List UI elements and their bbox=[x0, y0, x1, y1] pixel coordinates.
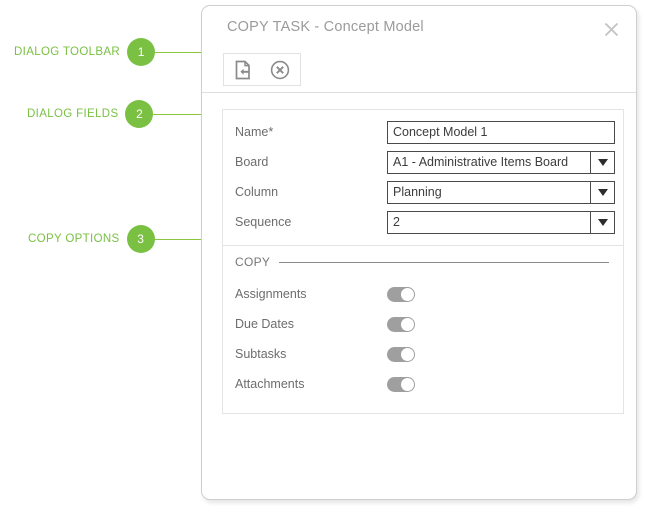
annotation-badge: 1 bbox=[127, 38, 156, 66]
copy-options-panel: COPY Assignments Due Dates Subtasks Atta… bbox=[222, 246, 624, 414]
annotation-dialog-toolbar: DIALOG TOOLBAR 1 bbox=[14, 38, 227, 66]
column-select[interactable]: Planning bbox=[387, 180, 615, 204]
sequence-select-value: 2 bbox=[393, 214, 400, 229]
copy-section-rule bbox=[279, 261, 609, 263]
annotation-badge: 2 bbox=[125, 100, 154, 128]
field-label-name: Name* bbox=[235, 125, 274, 139]
field-control-name bbox=[387, 120, 615, 144]
chevron-down-icon[interactable] bbox=[590, 181, 614, 203]
board-select[interactable]: A1 - Administrative Items Board bbox=[387, 150, 615, 174]
option-row-due-dates: Due Dates bbox=[223, 309, 623, 339]
annotation-badge: 3 bbox=[126, 225, 155, 253]
name-input[interactable] bbox=[387, 120, 615, 144]
copy-section-legend: COPY bbox=[235, 255, 271, 269]
option-row-subtasks: Subtasks bbox=[223, 339, 623, 369]
option-row-attachments: Attachments bbox=[223, 369, 623, 399]
dialog-title: COPY TASK - Concept Model bbox=[227, 19, 424, 35]
cancel-circle-x-icon[interactable] bbox=[266, 56, 294, 84]
save-and-close-icon[interactable] bbox=[229, 56, 257, 84]
dialog-fields-panel: Name* Board A1 - Administrative Items Bo… bbox=[222, 109, 624, 246]
chevron-down-icon[interactable] bbox=[590, 151, 614, 173]
field-label-sequence: Sequence bbox=[235, 215, 292, 229]
option-label-assignments: Assignments bbox=[235, 287, 307, 301]
toggle-subtasks[interactable] bbox=[387, 346, 415, 362]
option-label-subtasks: Subtasks bbox=[235, 347, 287, 361]
dialog-body: Name* Board A1 - Administrative Items Bo… bbox=[202, 93, 636, 414]
annotation-copy-options: COPY OPTIONS 3 bbox=[28, 225, 215, 253]
copy-task-dialog: COPY TASK - Concept Model Name* Concept … bbox=[201, 5, 637, 500]
annotation-label: DIALOG TOOLBAR bbox=[14, 46, 121, 58]
field-label-column: Column bbox=[235, 185, 279, 199]
field-row-column: Column Planning bbox=[223, 177, 623, 207]
field-row-board: Board A1 - Administrative Items Board bbox=[223, 147, 623, 177]
field-control-sequence: 2 bbox=[387, 210, 615, 234]
annotation-label: DIALOG FIELDS bbox=[27, 108, 119, 120]
chevron-down-icon[interactable] bbox=[590, 211, 614, 233]
field-label-board: Board bbox=[235, 155, 269, 169]
close-x-icon[interactable] bbox=[598, 16, 624, 42]
toggle-due-dates[interactable] bbox=[387, 316, 415, 332]
sequence-select[interactable]: 2 bbox=[387, 210, 615, 234]
annotation-label: COPY OPTIONS bbox=[28, 233, 120, 245]
toggle-attachments[interactable] bbox=[387, 376, 415, 392]
field-control-column: Planning bbox=[387, 180, 615, 204]
dialog-toolbar bbox=[223, 53, 301, 86]
toggle-assignments[interactable] bbox=[387, 286, 415, 302]
field-row-name: Name* bbox=[223, 117, 623, 147]
column-select-value: Planning bbox=[393, 184, 442, 199]
dialog-titlebar: COPY TASK - Concept Model bbox=[202, 6, 636, 48]
field-row-sequence: Sequence 2 bbox=[223, 207, 623, 237]
field-control-board: A1 - Administrative Items Board bbox=[387, 150, 615, 174]
board-select-value: A1 - Administrative Items Board bbox=[393, 154, 569, 169]
option-label-due-dates: Due Dates bbox=[235, 317, 295, 331]
option-label-attachments: Attachments bbox=[235, 377, 305, 391]
copy-section-header: COPY bbox=[223, 246, 623, 269]
option-row-assignments: Assignments bbox=[223, 279, 623, 309]
annotation-dialog-fields: DIALOG FIELDS 2 bbox=[27, 100, 215, 128]
